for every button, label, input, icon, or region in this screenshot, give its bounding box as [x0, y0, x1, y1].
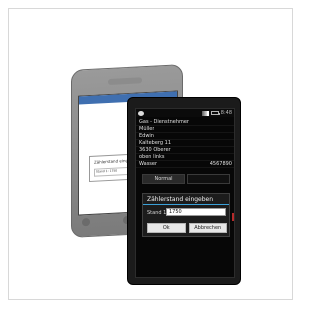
status-time: 8:48 [220, 110, 232, 116]
list-item-right: 4567890 [209, 161, 232, 167]
list-item: Edwin [136, 133, 234, 140]
list-item-left: 3630 Oberer [139, 147, 171, 153]
list-item-left: Edwin [139, 133, 154, 139]
dialog-title: Zählerstand eingeben [147, 196, 214, 203]
meter-reading-input[interactable]: 1750 [166, 208, 226, 216]
background-input-value: 1750 [109, 168, 118, 173]
list-item: 3630 Oberer [136, 147, 234, 154]
android-icon [138, 110, 144, 116]
list-item-left: Gas - Dienstnehmer [139, 119, 189, 125]
status-bar: 8:48 [136, 109, 234, 117]
dialog-divider [143, 204, 229, 205]
foreground-phone: 8:48 Gas - Dienstnehmer Müller Edwin Kal [127, 97, 241, 285]
image-frame: Zählerstand eingeben Stand 1: 1750 8:48 … [8, 8, 293, 300]
list-item-left: Müller [139, 126, 155, 132]
list-item-left: oben links [139, 154, 165, 160]
phone-speaker-grill [108, 77, 142, 85]
list-item: oben links [136, 154, 234, 161]
meter-reading-dialog: Zählerstand eingeben Stand 1: 1750 Ok Ab… [142, 193, 230, 237]
status-right: 8:48 [201, 110, 232, 116]
dialog-buttons: Ok Abbrechen [147, 223, 227, 233]
foreground-phone-screen: 8:48 Gas - Dienstnehmer Müller Edwin Kal [135, 108, 235, 278]
signal-icon [201, 110, 209, 116]
details-list: Gas - Dienstnehmer Müller Edwin Kalteber… [136, 119, 234, 168]
mode-segmented-control[interactable]: Normal [142, 174, 230, 184]
list-item: Kalteberg 11 [136, 140, 234, 147]
list-item-left: Kalteberg 11 [139, 140, 172, 146]
ok-button[interactable]: Ok [147, 223, 186, 233]
list-item-left: Wasser [139, 161, 158, 167]
battery-icon [210, 111, 220, 115]
cancel-button[interactable]: Abbrechen [188, 223, 227, 233]
background-input-label: Stand 1: [96, 168, 109, 174]
list-item: Wasser 4567890 [136, 161, 234, 168]
back-key-icon [82, 217, 90, 227]
segment-normal[interactable]: Normal [142, 174, 185, 184]
input-label: Stand 1: [147, 210, 168, 216]
status-left [138, 110, 144, 116]
list-item: Gas - Dienstnehmer [136, 119, 234, 126]
segment-other[interactable] [187, 174, 230, 184]
accent-marker [232, 213, 234, 221]
list-item: Müller [136, 126, 234, 133]
